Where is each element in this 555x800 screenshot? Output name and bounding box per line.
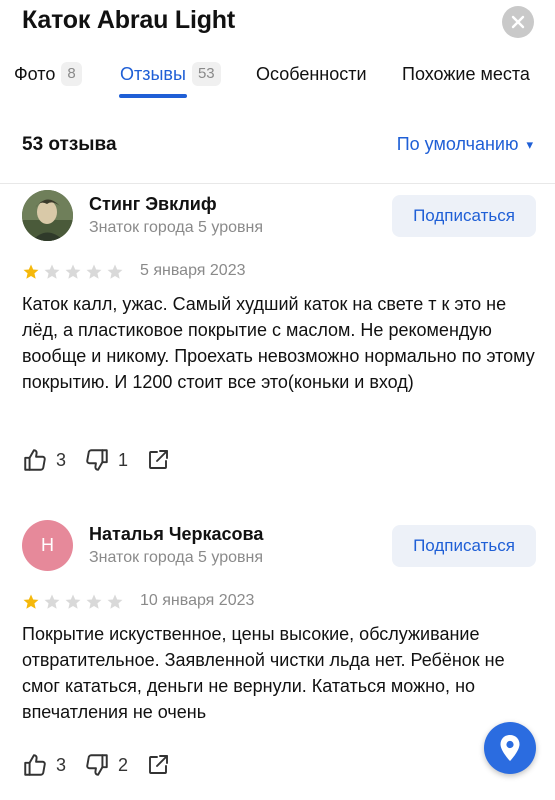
star-empty-icon bbox=[86, 594, 102, 609]
star-empty-icon bbox=[65, 594, 81, 609]
star-empty-icon bbox=[44, 594, 60, 609]
avatar[interactable] bbox=[22, 190, 73, 241]
like-button[interactable]: 3 bbox=[22, 752, 66, 778]
avatar-initial: Н bbox=[41, 535, 54, 555]
star-empty-icon bbox=[107, 594, 123, 609]
thumbs-up-icon bbox=[24, 754, 46, 776]
divider bbox=[0, 183, 555, 184]
star-empty-icon bbox=[107, 264, 123, 279]
map-pin-icon bbox=[500, 735, 520, 761]
tab-photos[interactable]: Фото 8 bbox=[14, 60, 82, 88]
review-date: 10 января 2023 bbox=[140, 592, 255, 609]
star-filled-icon bbox=[23, 594, 39, 609]
rating-stars bbox=[22, 263, 124, 281]
review-actions: 3 1 bbox=[22, 445, 188, 475]
dislike-button[interactable]: 1 bbox=[84, 447, 128, 473]
star-filled-icon bbox=[23, 264, 39, 279]
share-icon bbox=[149, 755, 168, 774]
like-button[interactable]: 3 bbox=[22, 447, 66, 473]
tab-reviews-count: 53 bbox=[191, 62, 221, 86]
tab-similar-places-label: Похожие места bbox=[402, 63, 530, 84]
tab-photos-label: Фото bbox=[14, 63, 56, 84]
tab-photos-count: 8 bbox=[61, 62, 82, 86]
star-empty-icon bbox=[65, 264, 81, 279]
author-level: Знаток города 5 уровня bbox=[89, 549, 264, 566]
active-tab-indicator bbox=[119, 94, 187, 98]
reviews-count: 53 отзыва bbox=[22, 134, 117, 155]
tab-reviews[interactable]: Отзывы 53 bbox=[120, 60, 221, 88]
review-author: Стинг Эвклиф bbox=[89, 194, 217, 214]
tab-features-label: Особенности bbox=[256, 63, 367, 84]
tab-reviews-label: Отзывы bbox=[120, 63, 186, 84]
page-title: Каток Abrau Light bbox=[22, 6, 235, 34]
map-pin-button[interactable] bbox=[484, 722, 536, 774]
tab-bar: Фото 8 Отзывы 53 Особенности Похожие мес… bbox=[0, 60, 555, 100]
share-icon bbox=[149, 450, 168, 469]
review-author: Наталья Черкасова bbox=[89, 524, 264, 544]
tab-features[interactable]: Особенности bbox=[256, 60, 367, 88]
dislike-count: 2 bbox=[118, 754, 129, 775]
subscribe-button[interactable]: Подписаться bbox=[392, 525, 536, 567]
star-empty-icon bbox=[44, 264, 60, 279]
like-count: 3 bbox=[56, 449, 67, 470]
share-button[interactable] bbox=[146, 753, 170, 777]
thumbs-up-icon bbox=[24, 449, 46, 471]
review-card: Н Наталья Черкасова Знаток города 5 уров… bbox=[0, 518, 555, 800]
review-card: Стинг Эвклиф Знаток города 5 уровня Подп… bbox=[0, 188, 555, 488]
author-level: Знаток города 5 уровня bbox=[89, 219, 264, 236]
avatar[interactable]: Н bbox=[22, 520, 73, 571]
review-actions: 3 2 bbox=[22, 750, 188, 780]
star-empty-icon bbox=[86, 264, 102, 279]
review-text: Каток калл, ужас. Самый худший каток на … bbox=[22, 294, 535, 392]
share-button[interactable] bbox=[146, 448, 170, 472]
thumbs-down-icon bbox=[86, 449, 108, 471]
dislike-button[interactable]: 2 bbox=[84, 752, 128, 778]
subscribe-button[interactable]: Подписаться bbox=[392, 195, 536, 237]
tab-similar-places[interactable]: Похожие места bbox=[402, 60, 530, 88]
rating-stars bbox=[22, 593, 124, 611]
close-icon bbox=[511, 15, 525, 29]
review-text: Покрытие искуственное, цены высокие, обс… bbox=[22, 624, 505, 722]
like-count: 3 bbox=[56, 754, 67, 775]
dislike-count: 1 bbox=[118, 449, 129, 470]
sort-label: По умолчанию bbox=[396, 134, 519, 154]
avatar-photo bbox=[22, 190, 73, 241]
close-button[interactable] bbox=[502, 6, 534, 38]
reviews-summary: 53 отзыва По умолчанию ▾ bbox=[0, 130, 555, 162]
review-date: 5 января 2023 bbox=[140, 262, 246, 279]
thumbs-down-icon bbox=[86, 754, 108, 776]
header: Каток Abrau Light bbox=[0, 0, 555, 48]
chevron-down-icon: ▾ bbox=[526, 136, 533, 152]
sort-dropdown[interactable]: По умолчанию ▾ bbox=[397, 134, 533, 155]
